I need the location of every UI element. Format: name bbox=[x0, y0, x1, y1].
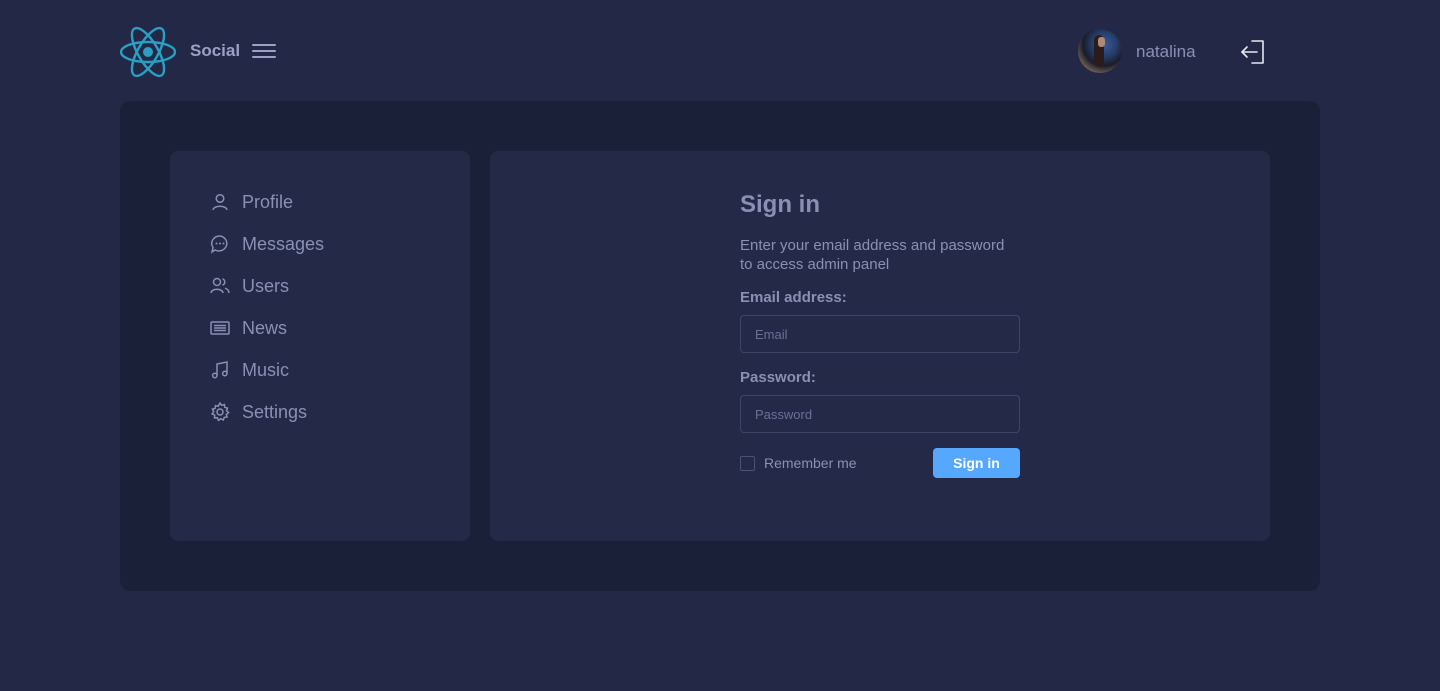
sidebar: Profile Messages Users News Music Settin… bbox=[170, 151, 470, 541]
sidebar-item-label: Messages bbox=[242, 233, 325, 254]
music-icon bbox=[211, 361, 228, 379]
remember-me-label[interactable]: Remember me bbox=[764, 455, 857, 471]
sidebar-item-label: Settings bbox=[242, 401, 308, 422]
sidebar-item-profile[interactable]: Profile bbox=[210, 190, 293, 214]
sidebar-item-news[interactable]: News bbox=[210, 316, 287, 340]
sidebar-item-label: Music bbox=[242, 359, 290, 380]
user-icon bbox=[212, 193, 228, 211]
avatar[interactable] bbox=[1078, 29, 1122, 73]
sidebar-item-label: Profile bbox=[242, 191, 294, 212]
page-title: Sign in bbox=[740, 191, 820, 218]
remember-me-checkbox[interactable] bbox=[740, 456, 755, 471]
signin-subtitle: Enter your email address and password to… bbox=[740, 236, 1020, 274]
news-icon bbox=[210, 321, 230, 335]
email-label: Email address: bbox=[740, 289, 847, 306]
email-field[interactable] bbox=[740, 315, 1020, 353]
sidebar-item-users[interactable]: Users bbox=[210, 274, 289, 298]
signin-button[interactable]: Sign in bbox=[933, 448, 1020, 478]
sidebar-item-messages[interactable]: Messages bbox=[210, 232, 324, 256]
username: natalina bbox=[1136, 42, 1196, 61]
sidebar-item-music[interactable]: Music bbox=[210, 358, 289, 382]
password-label: Password: bbox=[740, 369, 816, 386]
message-icon bbox=[210, 235, 228, 254]
brand-name: Social bbox=[190, 41, 241, 60]
signin-panel: Sign in Enter your email address and pas… bbox=[490, 151, 1270, 541]
app-header: Social natalina bbox=[120, 26, 1320, 78]
subtitle-line-2: to access admin panel bbox=[740, 256, 890, 273]
subtitle-line-1: Enter your email address and password bbox=[740, 237, 1005, 254]
users-icon bbox=[210, 277, 230, 294]
signin-actions: Remember me Sign in bbox=[740, 448, 1020, 478]
react-logo-icon[interactable] bbox=[120, 26, 176, 78]
menu-toggle-icon[interactable] bbox=[252, 41, 276, 61]
gear-icon bbox=[210, 402, 230, 422]
signin-form: Sign in Enter your email address and pas… bbox=[740, 191, 1020, 478]
logout-icon[interactable] bbox=[1240, 39, 1266, 65]
sidebar-item-label: Users bbox=[242, 275, 290, 296]
sidebar-item-label: News bbox=[242, 317, 288, 338]
sidebar-item-settings[interactable]: Settings bbox=[210, 400, 307, 424]
password-field[interactable] bbox=[740, 395, 1020, 433]
